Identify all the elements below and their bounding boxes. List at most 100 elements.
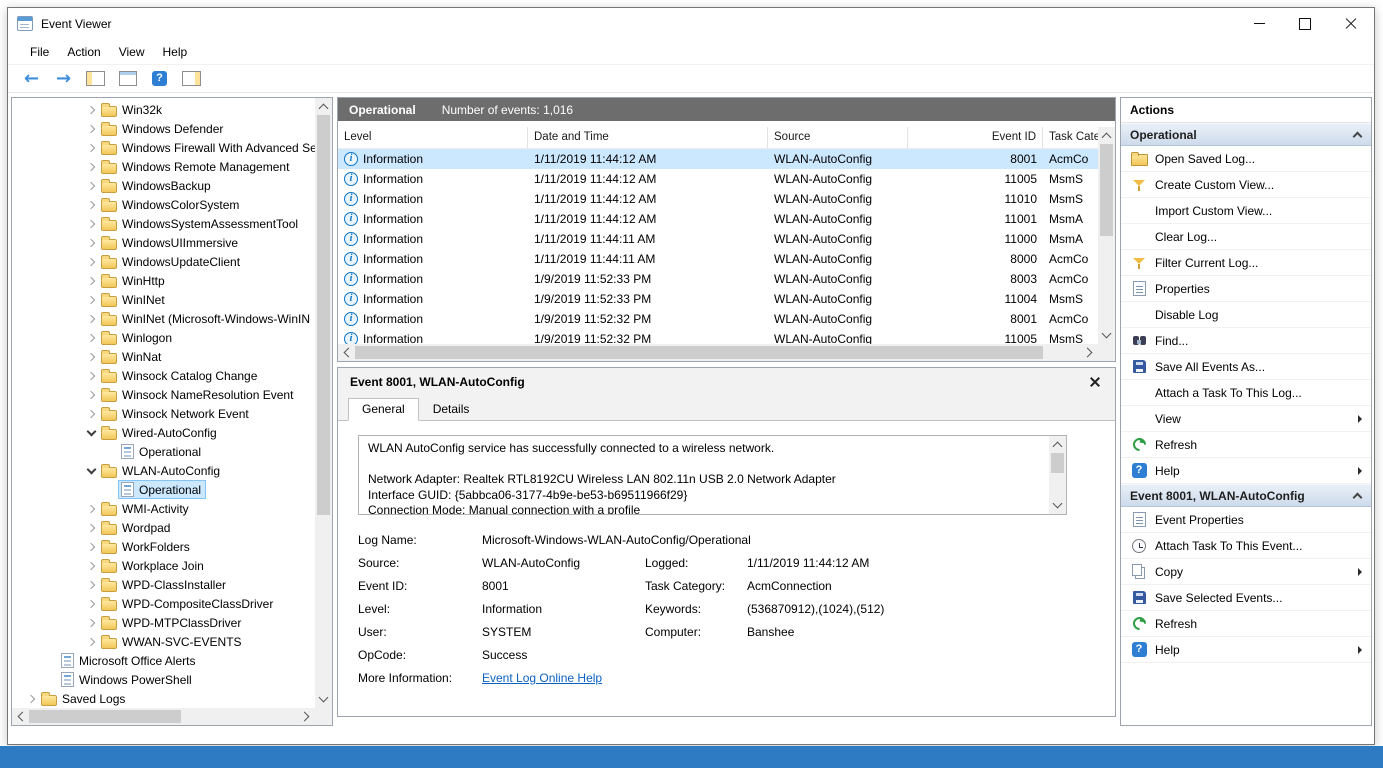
expand-chevron-icon[interactable] bbox=[84, 347, 98, 366]
event-row[interactable]: Information 1/11/2019 11:44:11 AM WLAN-A… bbox=[338, 249, 1098, 269]
action-item[interactable]: Import Custom View... bbox=[1121, 198, 1371, 224]
tree-node[interactable]: Winsock Network Event bbox=[98, 405, 254, 423]
scroll-thumb[interactable] bbox=[355, 346, 1043, 359]
expand-chevron-icon[interactable] bbox=[84, 176, 98, 195]
action-item[interactable]: Help bbox=[1121, 458, 1371, 484]
action-item[interactable]: Disable Log bbox=[1121, 302, 1371, 328]
scroll-down-icon[interactable] bbox=[1049, 497, 1066, 514]
event-row[interactable]: Information 1/9/2019 11:52:32 PM WLAN-Au… bbox=[338, 329, 1098, 344]
tree-node[interactable]: Windows Firewall With Advanced Se bbox=[98, 139, 315, 157]
tree-node[interactable]: Winsock Catalog Change bbox=[98, 367, 262, 385]
expand-chevron-icon[interactable] bbox=[84, 252, 98, 271]
scroll-left-icon[interactable] bbox=[338, 344, 355, 361]
action-item[interactable]: Attach Task To This Event... bbox=[1121, 533, 1371, 559]
menu-file[interactable]: File bbox=[21, 41, 58, 63]
tree-item[interactable]: Windows Firewall With Advanced Se bbox=[12, 138, 315, 157]
tree-item[interactable]: WinINet bbox=[12, 290, 315, 309]
action-item[interactable]: Save All Events As... bbox=[1121, 354, 1371, 380]
tree-item[interactable]: Operational bbox=[12, 442, 315, 461]
tree-node[interactable]: WindowsUIImmersive bbox=[98, 234, 243, 252]
scroll-thumb[interactable] bbox=[317, 115, 330, 515]
close-button[interactable] bbox=[1328, 8, 1374, 39]
expand-chevron-icon[interactable] bbox=[84, 100, 98, 119]
tree-item[interactable]: Win32k bbox=[12, 100, 315, 119]
tree-node[interactable]: WMI-Activity bbox=[98, 500, 194, 518]
scroll-down-icon[interactable] bbox=[315, 691, 332, 708]
expand-chevron-icon[interactable] bbox=[84, 290, 98, 309]
expand-chevron-icon[interactable] bbox=[84, 233, 98, 252]
minimize-button[interactable] bbox=[1236, 8, 1282, 39]
event-row[interactable]: Information 1/9/2019 11:52:33 PM WLAN-Au… bbox=[338, 289, 1098, 309]
expand-chevron-icon[interactable] bbox=[84, 499, 98, 518]
scroll-left-icon[interactable] bbox=[12, 708, 29, 725]
tree-item[interactable]: Windows PowerShell bbox=[12, 670, 315, 689]
event-row[interactable]: Information 1/11/2019 11:44:12 AM WLAN-A… bbox=[338, 149, 1098, 169]
tree-node[interactable]: WindowsUpdateClient bbox=[98, 253, 245, 271]
menu-help[interactable]: Help bbox=[154, 41, 197, 63]
tree-item[interactable]: Wordpad bbox=[12, 518, 315, 537]
tree-item[interactable]: Operational bbox=[12, 480, 315, 499]
tree-node[interactable]: Winsock NameResolution Event bbox=[98, 386, 298, 404]
tree-item[interactable]: WinHttp bbox=[12, 271, 315, 290]
tree-node[interactable]: WindowsSystemAssessmentTool bbox=[98, 215, 303, 233]
expand-chevron-icon[interactable] bbox=[84, 537, 98, 556]
tree-item[interactable]: WLAN-AutoConfig bbox=[12, 461, 315, 480]
forward-icon[interactable] bbox=[52, 68, 75, 90]
event-log-online-help-link[interactable]: Event Log Online Help bbox=[482, 671, 645, 685]
column-header[interactable]: Event ID bbox=[908, 127, 1043, 148]
expand-chevron-icon[interactable] bbox=[84, 214, 98, 233]
action-item[interactable]: Clear Log... bbox=[1121, 224, 1371, 250]
tree-item[interactable]: WindowsBackup bbox=[12, 176, 315, 195]
tree-item[interactable]: Winsock Network Event bbox=[12, 404, 315, 423]
expand-chevron-icon[interactable] bbox=[84, 119, 98, 138]
tree-node[interactable]: Microsoft Office Alerts bbox=[58, 651, 200, 670]
tree-node[interactable]: WWAN-SVC-EVENTS bbox=[98, 633, 247, 651]
tree-node[interactable]: WPD-ClassInstaller bbox=[98, 576, 231, 594]
tree-item[interactable]: WPD-ClassInstaller bbox=[12, 575, 315, 594]
tab-details[interactable]: Details bbox=[419, 398, 484, 421]
scroll-up-icon[interactable] bbox=[315, 98, 332, 115]
events-vertical-scrollbar[interactable] bbox=[1098, 127, 1115, 344]
action-group-operational[interactable]: Operational bbox=[1121, 123, 1371, 146]
scroll-up-icon[interactable] bbox=[1098, 127, 1115, 144]
event-row[interactable]: Information 1/11/2019 11:44:11 AM WLAN-A… bbox=[338, 229, 1098, 249]
tree-node[interactable]: WindowsColorSystem bbox=[98, 196, 244, 214]
show-action-pane-icon[interactable] bbox=[180, 68, 203, 90]
expand-chevron-icon[interactable] bbox=[24, 689, 38, 708]
tree-node[interactable]: WinINet (Microsoft-Windows-WinIN bbox=[98, 310, 315, 328]
event-row[interactable]: Information 1/11/2019 11:44:12 AM WLAN-A… bbox=[338, 209, 1098, 229]
action-item[interactable]: Event Properties bbox=[1121, 507, 1371, 533]
column-header[interactable]: Date and Time bbox=[528, 127, 768, 148]
tree-item[interactable]: Workplace Join bbox=[12, 556, 315, 575]
event-row[interactable]: Information 1/9/2019 11:52:33 PM WLAN-Au… bbox=[338, 269, 1098, 289]
action-item[interactable]: Attach a Task To This Log... bbox=[1121, 380, 1371, 406]
action-item[interactable]: Help bbox=[1121, 637, 1371, 663]
tree-item[interactable]: Winsock NameResolution Event bbox=[12, 385, 315, 404]
expand-chevron-icon[interactable] bbox=[104, 480, 118, 499]
tree-item[interactable]: WindowsUIImmersive bbox=[12, 233, 315, 252]
expand-chevron-icon[interactable] bbox=[84, 632, 98, 651]
action-item[interactable]: Open Saved Log... bbox=[1121, 146, 1371, 172]
tree-item[interactable]: WinNat bbox=[12, 347, 315, 366]
tree-item[interactable]: Windows Remote Management bbox=[12, 157, 315, 176]
tree-horizontal-scrollbar[interactable] bbox=[12, 708, 315, 725]
tree-item[interactable]: Wired-AutoConfig bbox=[12, 423, 315, 442]
tree-node[interactable]: Workplace Join bbox=[98, 557, 209, 575]
expand-chevron-icon[interactable] bbox=[84, 138, 98, 157]
maximize-button[interactable] bbox=[1282, 8, 1328, 39]
tree-node[interactable]: Saved Logs bbox=[38, 690, 130, 708]
column-header[interactable]: Task Category bbox=[1043, 127, 1098, 148]
tree-item[interactable]: WindowsSystemAssessmentTool bbox=[12, 214, 315, 233]
tree-node[interactable]: Wordpad bbox=[98, 519, 175, 537]
scroll-thumb[interactable] bbox=[1100, 144, 1113, 236]
expand-chevron-icon[interactable] bbox=[84, 309, 98, 328]
action-item[interactable]: Refresh bbox=[1121, 432, 1371, 458]
tree-node[interactable]: Operational bbox=[118, 442, 206, 461]
expand-chevron-icon[interactable] bbox=[84, 404, 98, 423]
column-header[interactable]: Level bbox=[338, 127, 528, 148]
expand-chevron-icon[interactable] bbox=[84, 195, 98, 214]
expand-chevron-icon[interactable] bbox=[84, 613, 98, 632]
scroll-up-icon[interactable] bbox=[1049, 436, 1066, 453]
expand-chevron-icon[interactable] bbox=[84, 575, 98, 594]
tree-item[interactable]: WorkFolders bbox=[12, 537, 315, 556]
